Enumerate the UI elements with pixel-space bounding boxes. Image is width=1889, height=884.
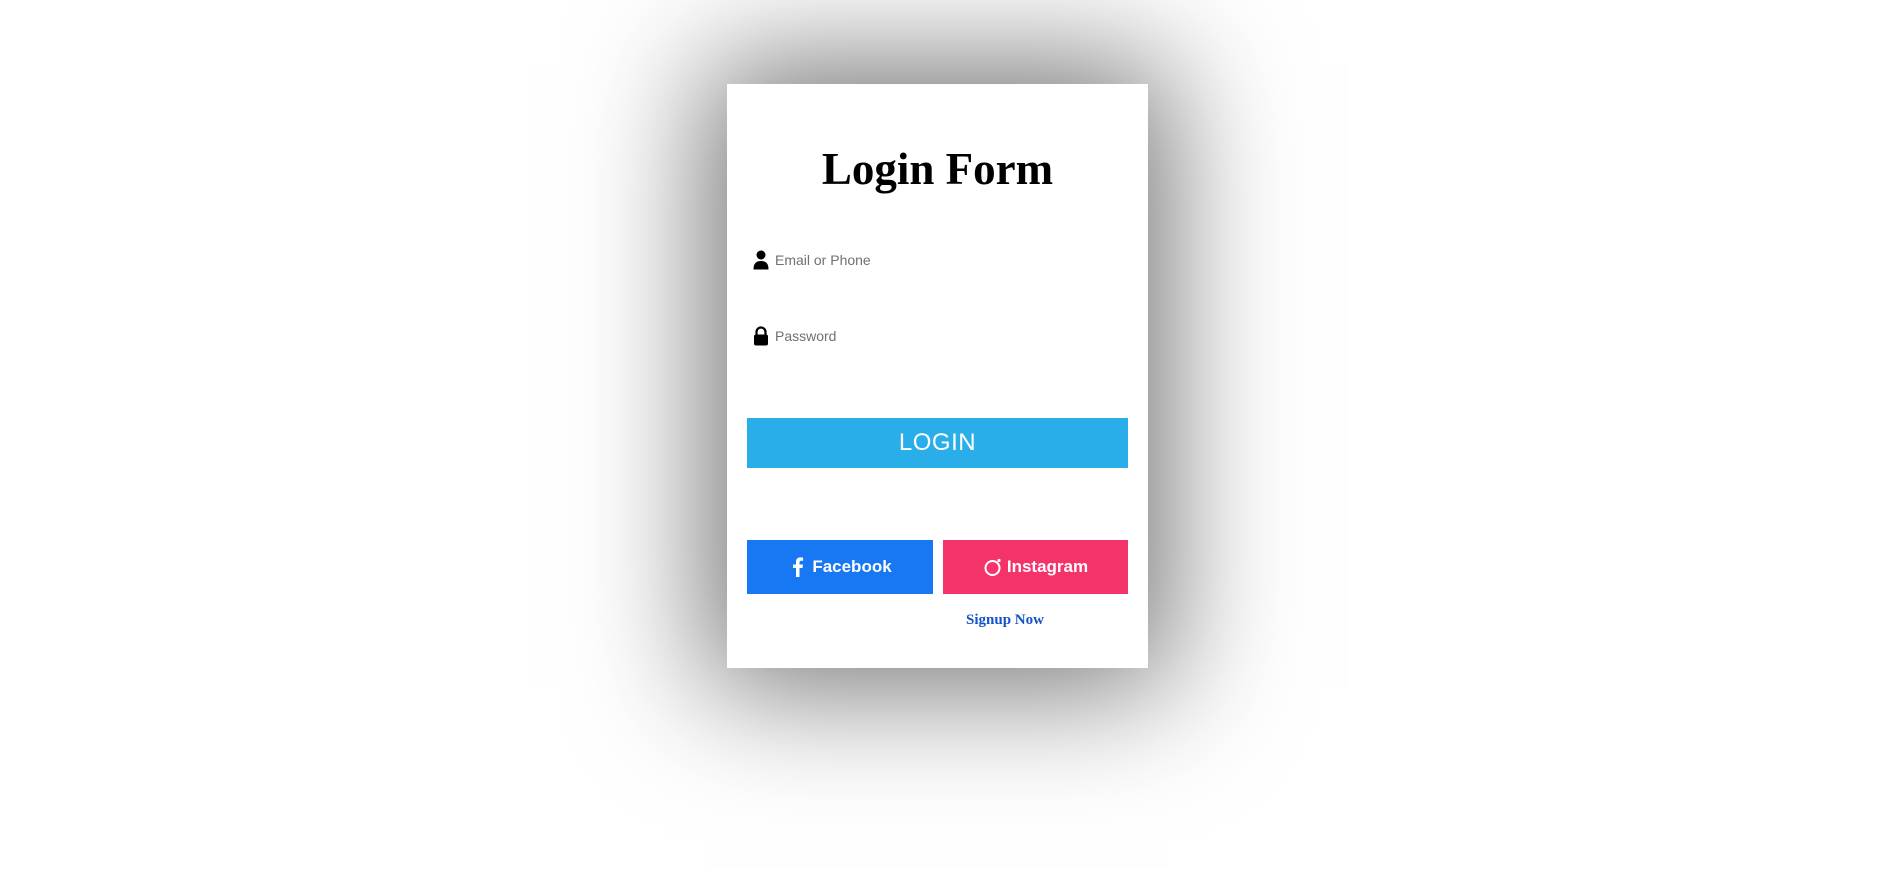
user-icon (753, 250, 769, 270)
email-field-row (753, 247, 1118, 273)
lock-icon (753, 326, 769, 346)
facebook-icon (788, 556, 808, 578)
login-button[interactable]: LOGIN (747, 418, 1128, 468)
email-input[interactable] (775, 249, 1095, 271)
instagram-icon (983, 556, 1003, 578)
facebook-label: Facebook (812, 557, 892, 576)
signup-link[interactable]: Signup Now (966, 612, 1044, 629)
login-card: Login Form LOGIN Facebook (727, 84, 1148, 668)
instagram-button[interactable]: Instagram (943, 540, 1128, 594)
password-input[interactable] (775, 325, 1095, 347)
facebook-button[interactable]: Facebook (747, 540, 933, 594)
instagram-label: Instagram (1006, 557, 1089, 576)
password-field-row (753, 323, 1118, 349)
page-title: Login Form (821, 144, 1054, 194)
